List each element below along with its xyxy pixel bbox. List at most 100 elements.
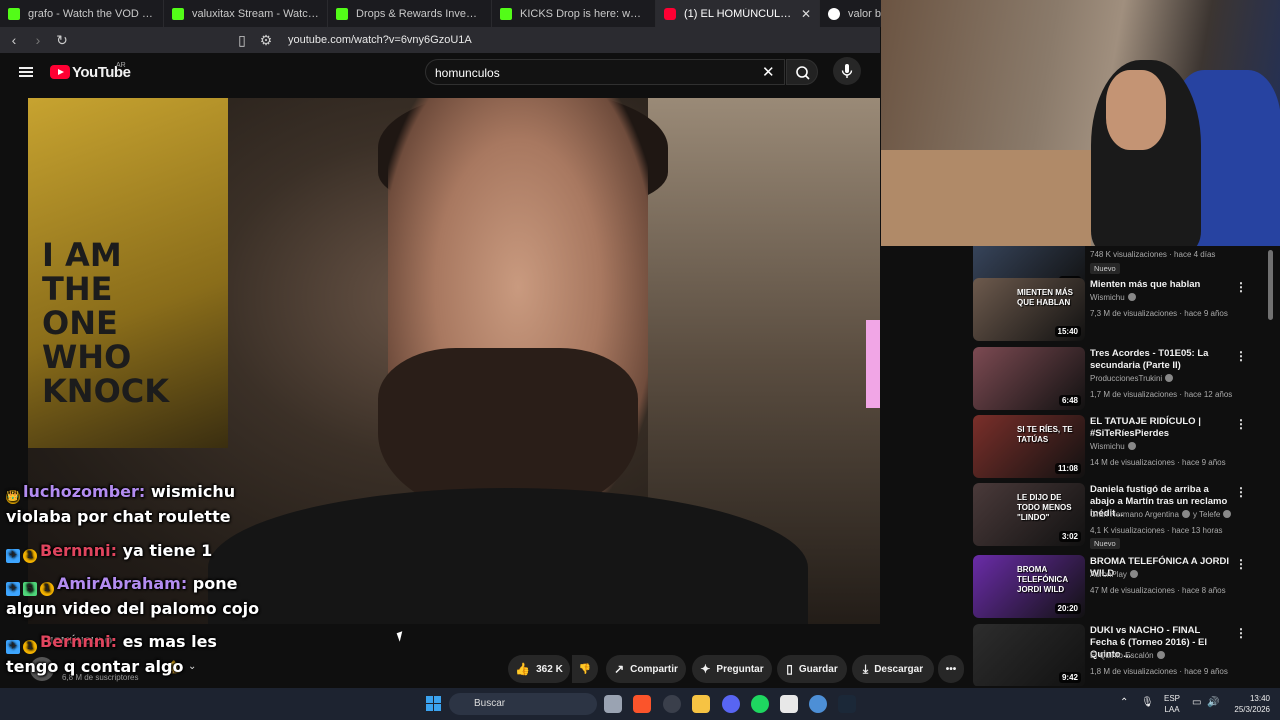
capcut-icon[interactable]	[780, 695, 798, 713]
bookmark-icon[interactable]: ▯	[232, 32, 252, 49]
save-label: Guardar	[798, 663, 838, 675]
search-button[interactable]	[786, 59, 818, 85]
taskbar-clock[interactable]: 13:40 25/3/2026	[1226, 693, 1270, 715]
video-thumbnail[interactable]: 9:42	[973, 624, 1085, 686]
sidebar-scrollbar[interactable]	[1268, 250, 1273, 320]
browser-tab[interactable]: valuxitax Stream - Watch Live on Kick	[164, 0, 328, 27]
recommended-video-title[interactable]: Tres Acordes - T01E05: La secundaria (Pa…	[1090, 348, 1230, 372]
browser-tab[interactable]: grafo - Watch the VOD on Kick	[0, 0, 164, 27]
save-button[interactable]: ▯ Guardar	[777, 655, 847, 683]
bookmark-save-icon: ▯	[786, 662, 793, 676]
download-button[interactable]: ⤓ Descargar	[852, 655, 934, 683]
like-button[interactable]: 👍 362 K	[508, 655, 570, 683]
recommended-video[interactable]: SI TE RÍES, TE TATÚAS 11:08 EL TATUAJE RID…	[973, 415, 1273, 479]
chat-message: 👑 luchozomber: wismichu	[6, 482, 235, 504]
tray-chevron-up-icon[interactable]: ⌃	[1120, 697, 1128, 708]
download-icon: ⤓	[862, 661, 869, 676]
youtube-logo-icon[interactable]	[50, 65, 70, 79]
download-label: Descargar	[874, 663, 924, 675]
dislike-button[interactable]: 👎	[572, 655, 598, 683]
video-menu-icon[interactable]: ⋮	[1235, 485, 1247, 499]
task-view-icon[interactable]	[604, 695, 622, 713]
recommended-channel[interactable]: Wismichu	[1090, 293, 1136, 302]
chat-message-continuation: tengo q contar algo	[6, 657, 184, 676]
video-menu-icon[interactable]: ⋮	[1235, 280, 1247, 294]
channel-name-text: Gran Hermano Argentina	[1090, 510, 1179, 519]
chat-username: AmirAbraham:	[57, 574, 188, 593]
video-menu-icon[interactable]: ⋮	[1235, 626, 1247, 640]
verified-icon	[1165, 374, 1174, 382]
back-icon[interactable]: ‹	[4, 32, 24, 48]
brave-browser-icon[interactable]	[633, 695, 651, 713]
stream-sticker	[866, 320, 880, 408]
close-tab-icon[interactable]: ✕	[801, 7, 811, 21]
lang-layout: LAA	[1164, 705, 1180, 714]
windows-start-icon[interactable]	[426, 696, 441, 711]
recommended-video-title[interactable]: EL TATUAJE RIDÍCULO | #SiTeRíesPierdes	[1090, 416, 1230, 440]
chat-badge-icon: ✈	[6, 549, 20, 563]
recommended-video[interactable]: MIENTEN MÁS QUE HABLAN 15:40 Mienten más q…	[973, 278, 1273, 342]
browser-tab[interactable]: Drops & Rewards Inventory - Kick St...	[328, 0, 492, 27]
recommended-channel[interactable]: Gran Hermano Argentina y Telefe	[1090, 510, 1232, 519]
volume-icon[interactable]: 🔊	[1207, 697, 1219, 708]
video-menu-icon[interactable]: ⋮	[1235, 349, 1247, 363]
more-actions-button[interactable]: •••	[938, 655, 964, 683]
file-explorer-icon[interactable]	[692, 695, 710, 713]
recommended-video[interactable]: BROMA TELEFÓNICA JORDI WILD 20:20 BROMA TE…	[973, 555, 1273, 619]
forward-icon[interactable]: ›	[28, 32, 48, 48]
view-count-and-age: 748 K visualizaciones · hace 4 días	[1090, 250, 1216, 259]
recommendations-sidebar: 3:40748 K visualizaciones · hace 4 díasN…	[962, 246, 1280, 686]
chat-message: ✈ $1 AmirAbraham: pone	[6, 574, 237, 596]
search-icon	[796, 66, 810, 80]
recommended-video[interactable]: LE DIJO DE TODO MENOS "LINDO" 3:02 Daniela…	[973, 483, 1273, 549]
share-button[interactable]: ↗ Compartir	[606, 655, 686, 683]
spotify-icon[interactable]	[751, 695, 769, 713]
thumbnail-text: MIENTEN MÁS QUE HABLAN	[1017, 288, 1073, 307]
browser-tab[interactable]: (1) EL HOMÚNCULO - YouTube ✕	[656, 0, 820, 27]
url-field[interactable]: youtube.com/watch?v=6vny6GzoU1A	[288, 34, 472, 46]
search-input[interactable]: homunculos ✕	[425, 59, 785, 85]
video-thumbnail[interactable]: LE DIJO DE TODO MENOS "LINDO" 3:02	[973, 483, 1085, 546]
video-thumbnail[interactable]: BROMA TELEFÓNICA JORDI WILD 20:20	[973, 555, 1085, 618]
recommended-channel[interactable]: AuronPlay	[1090, 570, 1138, 579]
video-menu-icon[interactable]: ⋮	[1235, 417, 1247, 431]
discord-icon[interactable]	[722, 695, 740, 713]
recommended-channel[interactable]: El Quinto Escalón	[1090, 651, 1165, 660]
browser-tab[interactable]: KICKS Drop is here: watch, earn ent...	[492, 0, 656, 27]
recommended-channel[interactable]: ProduccionesTrukini	[1090, 374, 1174, 383]
chat-username: Bernnni:	[40, 541, 117, 560]
chat-badge-icon: 1	[40, 582, 54, 596]
video-duration: 9:42	[1058, 672, 1081, 683]
voice-search-button[interactable]	[833, 57, 861, 85]
video-menu-icon[interactable]: ⋮	[1235, 557, 1247, 571]
clear-search-icon[interactable]: ✕	[762, 63, 775, 81]
gear-app-icon[interactable]	[663, 695, 681, 713]
ccleaner-icon[interactable]	[809, 695, 827, 713]
new-badge: Nuevo	[1090, 263, 1120, 274]
kick-favicon-icon	[336, 7, 348, 20]
steam-icon[interactable]	[838, 695, 856, 713]
language-indicator[interactable]: ESP LAA	[1160, 693, 1184, 715]
ask-button[interactable]: ✦ Preguntar	[692, 655, 772, 683]
network-icon[interactable]: ▭	[1192, 697, 1201, 708]
video-thumbnail[interactable]: 6:48	[973, 347, 1085, 410]
recommended-video-title[interactable]: Mienten más que hablan	[1090, 279, 1230, 291]
recommended-video[interactable]: 6:48 Tres Acordes - T01E05: La secundaria…	[973, 347, 1273, 411]
video-duration: 20:20	[1054, 603, 1081, 614]
verified-icon	[1127, 293, 1136, 301]
video-duration: 11:08	[1054, 463, 1081, 474]
channel-name-text: ProduccionesTrukini	[1090, 374, 1163, 383]
recommended-video[interactable]: 9:42 DUKI vs NACHO - FINAL Fecha 6 (Torne…	[973, 624, 1273, 686]
video-thumbnail[interactable]: MIENTEN MÁS QUE HABLAN 15:40	[973, 278, 1085, 341]
site-info-icon[interactable]: ⚙	[256, 32, 276, 49]
view-count-and-age: 7,3 M de visualizaciones · hace 9 años	[1090, 309, 1228, 318]
verified-icon	[1223, 510, 1232, 518]
recommended-channel[interactable]: Wismichu	[1090, 442, 1136, 451]
lang-code: ESP	[1163, 694, 1180, 703]
video-duration: 15:40	[1054, 326, 1081, 337]
reload-icon[interactable]: ↻	[52, 32, 72, 49]
menu-icon[interactable]	[19, 67, 33, 77]
tray-mic-icon[interactable]: 🎙	[1141, 697, 1154, 708]
taskbar-search-box[interactable]	[449, 693, 597, 715]
video-thumbnail[interactable]: SI TE RÍES, TE TATÚAS 11:08	[973, 415, 1085, 478]
